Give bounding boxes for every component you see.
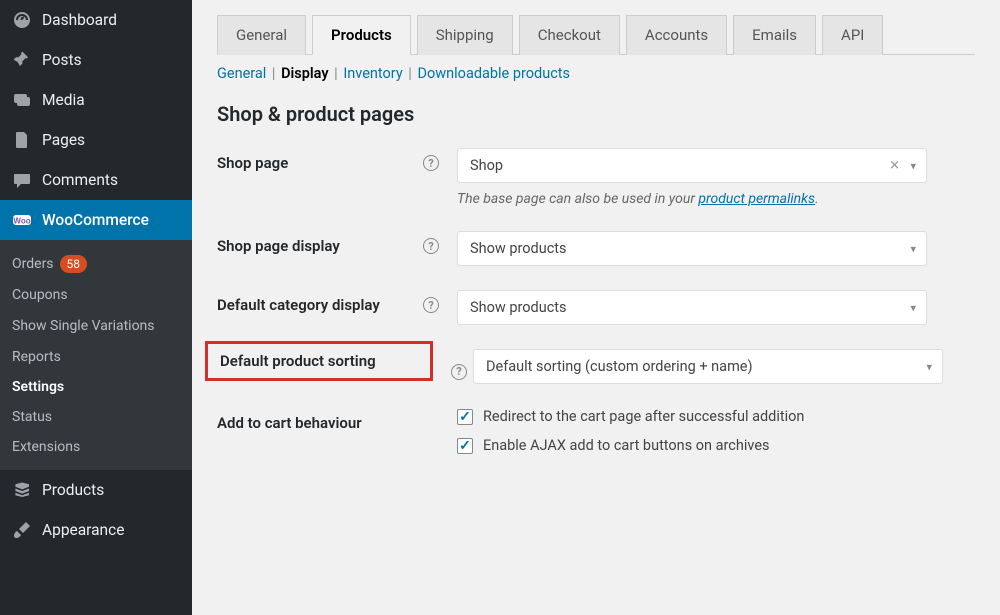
- clear-icon[interactable]: ✕: [889, 158, 900, 173]
- tab-checkout[interactable]: Checkout: [519, 15, 620, 55]
- subnav-label: Extensions: [12, 439, 80, 455]
- subnav-settings[interactable]: Settings: [0, 372, 192, 402]
- media-icon: [12, 90, 32, 110]
- select-category-display[interactable]: Show products: [457, 290, 927, 325]
- subnav-extensions[interactable]: Extensions: [0, 432, 192, 462]
- checkbox-ajax-cart[interactable]: Enable AJAX add to cart buttons on archi…: [457, 437, 927, 454]
- tab-general[interactable]: General: [217, 15, 306, 55]
- help-icon[interactable]: ?: [451, 364, 467, 380]
- tab-shipping[interactable]: Shipping: [417, 15, 513, 55]
- nav-media[interactable]: Media: [0, 80, 192, 120]
- admin-sidebar: Dashboard Posts Media Pages Comments Woo…: [0, 0, 192, 615]
- subnav-label: Show Single Variations: [12, 317, 155, 335]
- settings-tabs: General Products Shipping Checkout Accou…: [217, 15, 975, 55]
- select-shop-page[interactable]: Shop ✕: [457, 148, 927, 183]
- separator: |: [270, 65, 278, 82]
- sublink-general[interactable]: General: [217, 65, 266, 82]
- comment-icon: [12, 170, 32, 190]
- nav-appearance[interactable]: Appearance: [0, 510, 192, 550]
- subnav-label: Coupons: [12, 287, 68, 303]
- nav-label: Pages: [42, 131, 85, 149]
- help-icon[interactable]: ?: [423, 155, 439, 171]
- nav-label: Dashboard: [42, 11, 117, 29]
- gauge-icon: [12, 10, 32, 30]
- nav-label: Appearance: [42, 521, 124, 539]
- sublink-display: Display: [281, 65, 328, 82]
- svg-text:Woo: Woo: [13, 217, 30, 226]
- label-product-sorting: Default product sorting: [205, 341, 433, 381]
- help-icon[interactable]: ?: [423, 238, 439, 254]
- row-shop-display: Shop page display ? Show products: [217, 231, 975, 266]
- help-icon[interactable]: ?: [423, 297, 439, 313]
- subnav-orders[interactable]: Orders 58: [0, 248, 192, 280]
- nav-dashboard[interactable]: Dashboard: [0, 0, 192, 40]
- nav-label: Media: [42, 91, 85, 109]
- label-shop-page: Shop page ?: [217, 148, 457, 172]
- pages-icon: [12, 130, 32, 150]
- checkbox-icon[interactable]: [457, 409, 473, 425]
- nav-label: Products: [42, 481, 104, 499]
- checkbox-redirect-cart[interactable]: Redirect to the cart page after successf…: [457, 408, 927, 425]
- section-title: Shop & product pages: [217, 102, 975, 126]
- subnav-variations[interactable]: Show Single Variations: [0, 310, 192, 342]
- nav-label: WooCommerce: [42, 211, 149, 229]
- select-product-sorting[interactable]: Default sorting (custom ordering + name): [473, 349, 943, 384]
- brush-icon: [12, 520, 32, 540]
- nav-pages[interactable]: Pages: [0, 120, 192, 160]
- tab-api[interactable]: API: [822, 15, 883, 55]
- pin-icon: [12, 50, 32, 70]
- label-cart-behaviour: Add to cart behaviour: [217, 408, 457, 432]
- row-product-sorting: Default product sorting ? Default sortin…: [217, 349, 975, 384]
- tab-products[interactable]: Products: [312, 15, 411, 55]
- permalink-link[interactable]: product permalinks: [698, 191, 815, 207]
- nav-label: Comments: [42, 171, 118, 189]
- tab-accounts[interactable]: Accounts: [626, 15, 727, 55]
- main-content: General Products Shipping Checkout Accou…: [192, 0, 1000, 615]
- shop-page-description: The base page can also be used in your p…: [457, 191, 927, 207]
- sublink-downloads[interactable]: Downloadable products: [417, 65, 570, 82]
- nav-products[interactable]: Products: [0, 470, 192, 510]
- separator: |: [332, 65, 340, 82]
- checkbox-icon[interactable]: [457, 438, 473, 454]
- separator: |: [406, 65, 414, 82]
- woocommerce-icon: Woo: [12, 210, 32, 230]
- subnav-reports[interactable]: Reports: [0, 342, 192, 372]
- nav-posts[interactable]: Posts: [0, 40, 192, 80]
- orders-count-badge: 58: [60, 255, 88, 273]
- subnav-coupons[interactable]: Coupons: [0, 280, 192, 310]
- nav-comments[interactable]: Comments: [0, 160, 192, 200]
- label-shop-display: Shop page display ?: [217, 231, 457, 255]
- subnav-label: Status: [12, 409, 52, 425]
- subnav-status[interactable]: Status: [0, 402, 192, 432]
- row-cart-behaviour: Add to cart behaviour Redirect to the ca…: [217, 408, 975, 466]
- products-icon: [12, 480, 32, 500]
- label-category-display: Default category display ?: [217, 290, 457, 314]
- nav-woocommerce[interactable]: Woo WooCommerce: [0, 200, 192, 240]
- woocommerce-submenu: Orders 58 Coupons Show Single Variations…: [0, 240, 192, 470]
- row-shop-page: Shop page ? Shop ✕ The base page can als…: [217, 148, 975, 207]
- sub-navigation: General | Display | Inventory | Download…: [217, 65, 975, 82]
- subnav-label: Settings: [12, 379, 64, 395]
- sublink-inventory[interactable]: Inventory: [343, 65, 402, 82]
- tab-emails[interactable]: Emails: [733, 15, 816, 55]
- row-category-display: Default category display ? Show products: [217, 290, 975, 325]
- subnav-label: Reports: [12, 349, 61, 365]
- select-shop-display[interactable]: Show products: [457, 231, 927, 266]
- nav-label: Posts: [42, 51, 82, 69]
- subnav-label: Orders: [12, 256, 54, 272]
